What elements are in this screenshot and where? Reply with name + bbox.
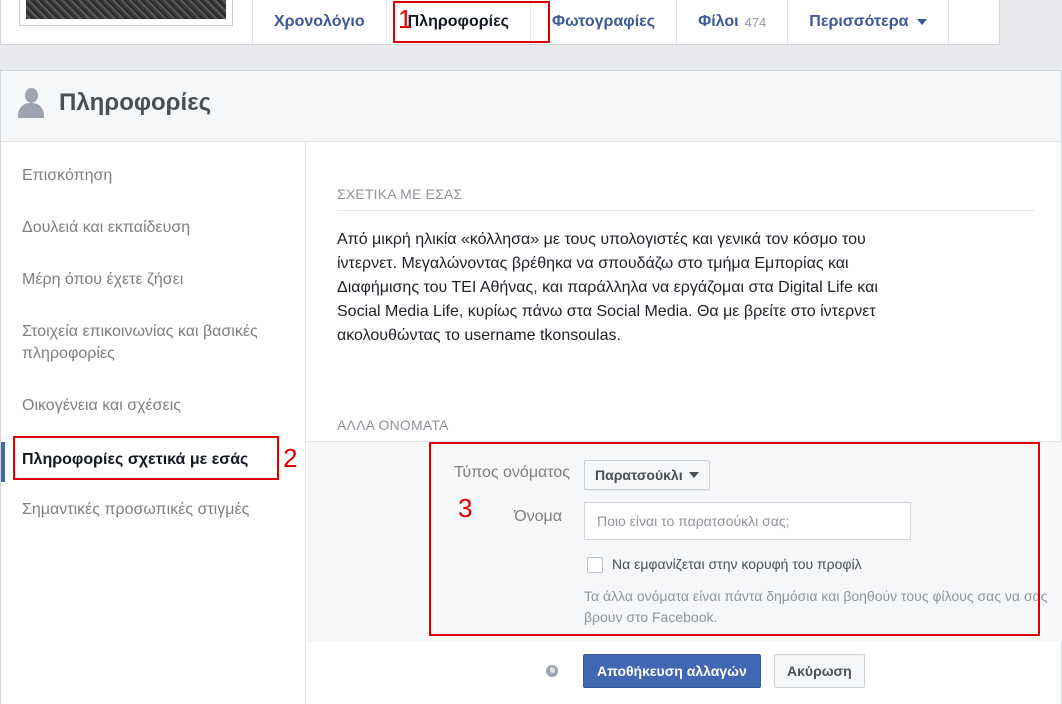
person-icon — [17, 88, 45, 118]
profile-picture-image — [26, 0, 226, 19]
annotation-number-3: 3 — [458, 493, 473, 523]
tab-timeline-label: Χρονολόγιο — [274, 13, 365, 30]
sidebar-item-contact-info[interactable]: Στοιχεία επικοινωνίας και βασικές πληροφ… — [22, 321, 292, 365]
about-sidebar: Επισκόπηση Δουλειά και εκπαίδευση Μέρη ό… — [1, 142, 306, 704]
annotation-box-3 — [429, 442, 1040, 636]
page-title: Πληροφορίες — [59, 89, 212, 116]
profile-tabs: Χρονολόγιο Πληροφορίες Φωτογραφίες Φίλοι… — [252, 0, 950, 44]
tab-more[interactable]: Περισσότερα — [787, 0, 950, 44]
tab-timeline[interactable]: Χρονολόγιο — [252, 0, 386, 44]
sidebar-item-work-education[interactable]: Δουλειά και εκπαίδευση — [22, 217, 292, 239]
cancel-button[interactable]: Ακύρωση — [774, 654, 865, 688]
annotation-box-2 — [13, 436, 279, 480]
save-changes-button[interactable]: Αποθήκευση αλλαγών — [583, 654, 761, 688]
divider — [337, 210, 1034, 211]
annotation-number-1: 1 — [398, 4, 413, 34]
about-text: Από μικρή ηλικία «κόλλησα» με τους υπολο… — [337, 231, 878, 344]
other-names-heading: ΑΛΛΑ ΟΝΟΜΑΤΑ — [337, 417, 449, 433]
tab-more-label: Περισσότερα — [809, 13, 909, 30]
tab-friends[interactable]: Φίλοι 474 — [676, 0, 787, 44]
friends-count: 474 — [744, 14, 767, 30]
chevron-down-icon — [917, 19, 928, 25]
tab-photos[interactable]: Φωτογραφίες — [529, 0, 676, 44]
tab-photos-label: Φωτογραφίες — [551, 13, 656, 30]
annotation-number-2: 2 — [283, 443, 298, 473]
annotation-box-1 — [393, 1, 550, 43]
about-section-heading: ΣΧΕΤΙΚΑ ΜΕ ΕΣΑΣ — [337, 186, 463, 202]
sidebar-item-life-events[interactable]: Σημαντικές προσωπικές στιγμές — [22, 499, 292, 521]
sidebar-item-overview[interactable]: Επισκόπηση — [22, 165, 292, 187]
active-indicator — [1, 442, 5, 482]
tab-friends-label: Φίλοι — [698, 13, 739, 30]
panel-header: Πληροφορίες — [1, 71, 1061, 142]
profile-picture-thumbnail[interactable] — [19, 0, 233, 26]
sidebar-item-places-lived[interactable]: Μέρη όπου έχετε ζήσει — [22, 269, 292, 291]
sidebar-item-family[interactable]: Οικογένεια και σχέσεις — [22, 395, 292, 417]
